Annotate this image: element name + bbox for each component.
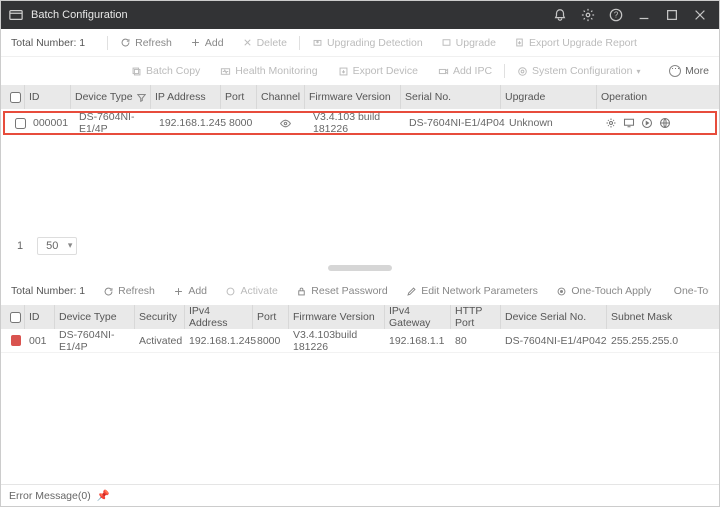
th-upgrade[interactable]: Upgrade xyxy=(501,85,597,109)
cell2-ipv4: 192.168.1.245 xyxy=(185,329,253,352)
health-monitoring-button[interactable]: Health Monitoring xyxy=(216,63,321,79)
cell2-id: 001 xyxy=(25,329,55,352)
system-configuration-button[interactable]: System Configuration ▾ xyxy=(513,63,644,79)
table-header-top: ID Device Type IP Address Port Channel F… xyxy=(1,85,719,109)
th2-subnet[interactable]: Subnet Mask xyxy=(607,305,719,329)
one-touch-cor-button[interactable]: One-Touch Cor xyxy=(666,283,709,299)
total-number-label: Total Number: 1 xyxy=(11,37,85,49)
window-title: Batch Configuration xyxy=(31,9,553,21)
cell2-device-type: DS-7604NI-E1/4P xyxy=(55,329,135,352)
cell2-serial: DS-7604NI-E1/4P042019... xyxy=(501,329,607,352)
globe-icon[interactable] xyxy=(659,117,671,129)
cell2-security: Activated xyxy=(135,329,185,352)
bell-icon[interactable] xyxy=(553,8,567,22)
th-operation[interactable]: Operation xyxy=(597,85,719,109)
lower-select-all-checkbox[interactable] xyxy=(10,312,21,323)
eye-icon xyxy=(279,117,292,130)
select-all-checkbox[interactable] xyxy=(10,92,21,103)
row-checkbox[interactable] xyxy=(15,118,26,129)
lower-add-button[interactable]: Add xyxy=(169,283,211,299)
cell-channel[interactable] xyxy=(261,113,309,133)
export-device-button[interactable]: Export Device xyxy=(334,63,422,79)
cell-port: 8000 xyxy=(225,113,261,133)
one-touch-apply-button[interactable]: One-Touch Apply xyxy=(552,283,655,299)
more-icon: ··· xyxy=(669,65,681,77)
settings-icon[interactable] xyxy=(605,117,617,129)
filter-icon[interactable] xyxy=(137,93,146,102)
th-device-type[interactable]: Device Type xyxy=(71,85,151,109)
cell-firmware: V3.4.103 build 181226 xyxy=(309,113,405,133)
app-icon xyxy=(9,8,23,22)
th-port[interactable]: Port xyxy=(221,85,257,109)
export-upgrade-report-button[interactable]: Export Upgrade Report xyxy=(510,35,641,51)
upgrading-detection-button[interactable]: Upgrading Detection xyxy=(308,35,427,51)
batch-copy-button[interactable]: Batch Copy xyxy=(127,63,204,79)
cell2-gateway: 192.168.1.1 xyxy=(385,329,451,352)
cell-upgrade: Unknown xyxy=(505,113,601,133)
reset-password-button[interactable]: Reset Password xyxy=(292,283,391,299)
error-message-label[interactable]: Error Message(0) xyxy=(9,490,91,502)
pager: 1 50 xyxy=(1,231,719,261)
th2-gateway[interactable]: IPv4 Gateway xyxy=(385,305,451,329)
cell-operation xyxy=(601,113,715,133)
th-firmware[interactable]: Firmware Version xyxy=(305,85,401,109)
page-size-select[interactable]: 50 xyxy=(37,237,77,255)
pane-divider[interactable] xyxy=(328,265,392,271)
delete-button[interactable]: Delete xyxy=(238,35,291,51)
th2-ipv4[interactable]: IPv4 Address xyxy=(185,305,253,329)
add-ipc-button[interactable]: Add IPC xyxy=(434,63,496,79)
cell2-subnet: 255.255.255.0 xyxy=(607,329,719,352)
titlebar: Batch Configuration ? xyxy=(1,1,719,29)
toolbar-top: Total Number: 1 Refresh Add Delete Upgra… xyxy=(1,29,719,57)
th2-http[interactable]: HTTP Port xyxy=(451,305,501,329)
table-header-bottom: ID Device Type Security IPv4 Address Por… xyxy=(1,305,719,329)
maximize-icon[interactable] xyxy=(665,8,679,22)
th-ip[interactable]: IP Address xyxy=(151,85,221,109)
close-icon[interactable] xyxy=(693,8,707,22)
cell2-firmware: V3.4.103build 181226 xyxy=(289,329,385,352)
pin-icon[interactable]: 📌 xyxy=(97,489,110,502)
th2-port[interactable]: Port xyxy=(253,305,289,329)
help-icon[interactable]: ? xyxy=(609,8,623,22)
activate-button[interactable]: Activate xyxy=(221,283,281,299)
cell-serial: DS-7604NI-E1/4P042019... xyxy=(405,113,505,133)
monitor-icon[interactable] xyxy=(623,117,635,129)
th-id[interactable]: ID xyxy=(25,85,71,109)
edit-network-button[interactable]: Edit Network Parameters xyxy=(402,283,542,299)
lower-total-label: Total Number: 1 xyxy=(11,285,85,297)
th-serial[interactable]: Serial No. xyxy=(401,85,501,109)
cell2-http: 80 xyxy=(451,329,501,352)
lower-toolbar: Total Number: 1 Refresh Add Activate Res… xyxy=(1,277,719,305)
refresh-button[interactable]: Refresh xyxy=(116,35,176,51)
th-channel[interactable]: Channel xyxy=(257,85,305,109)
svg-text:?: ? xyxy=(614,11,619,20)
gear-icon[interactable] xyxy=(581,8,595,22)
discovery-row[interactable]: 001 DS-7604NI-E1/4P Activated 192.168.1.… xyxy=(1,329,719,353)
upgrade-button[interactable]: Upgrade xyxy=(437,35,500,51)
play-circle-icon[interactable] xyxy=(641,117,653,129)
cell-id: 000001 xyxy=(29,113,75,133)
th2-firmware[interactable]: Firmware Version xyxy=(289,305,385,329)
device-row-highlight[interactable]: 000001 DS-7604NI-E1/4P 192.168.1.245 800… xyxy=(3,111,717,135)
cell2-port: 8000 xyxy=(253,329,289,352)
th2-security[interactable]: Security xyxy=(135,305,185,329)
toolbar-secondary: Batch Copy Health Monitoring Export Devi… xyxy=(1,57,719,85)
add-button[interactable]: Add xyxy=(186,35,228,51)
cell-ip: 192.168.1.245 xyxy=(155,113,225,133)
more-button[interactable]: ··· More xyxy=(669,65,709,77)
minimize-icon[interactable] xyxy=(637,8,651,22)
page-number[interactable]: 1 xyxy=(11,238,29,254)
footer-bar: Error Message(0) 📌 xyxy=(1,484,719,506)
th2-device-type[interactable]: Device Type xyxy=(55,305,135,329)
lower-refresh-button[interactable]: Refresh xyxy=(99,283,159,299)
th2-id[interactable]: ID xyxy=(25,305,55,329)
cell-device-type: DS-7604NI-E1/4P xyxy=(75,113,155,133)
th2-serial[interactable]: Device Serial No. xyxy=(501,305,607,329)
row-status-icon[interactable] xyxy=(11,335,21,346)
